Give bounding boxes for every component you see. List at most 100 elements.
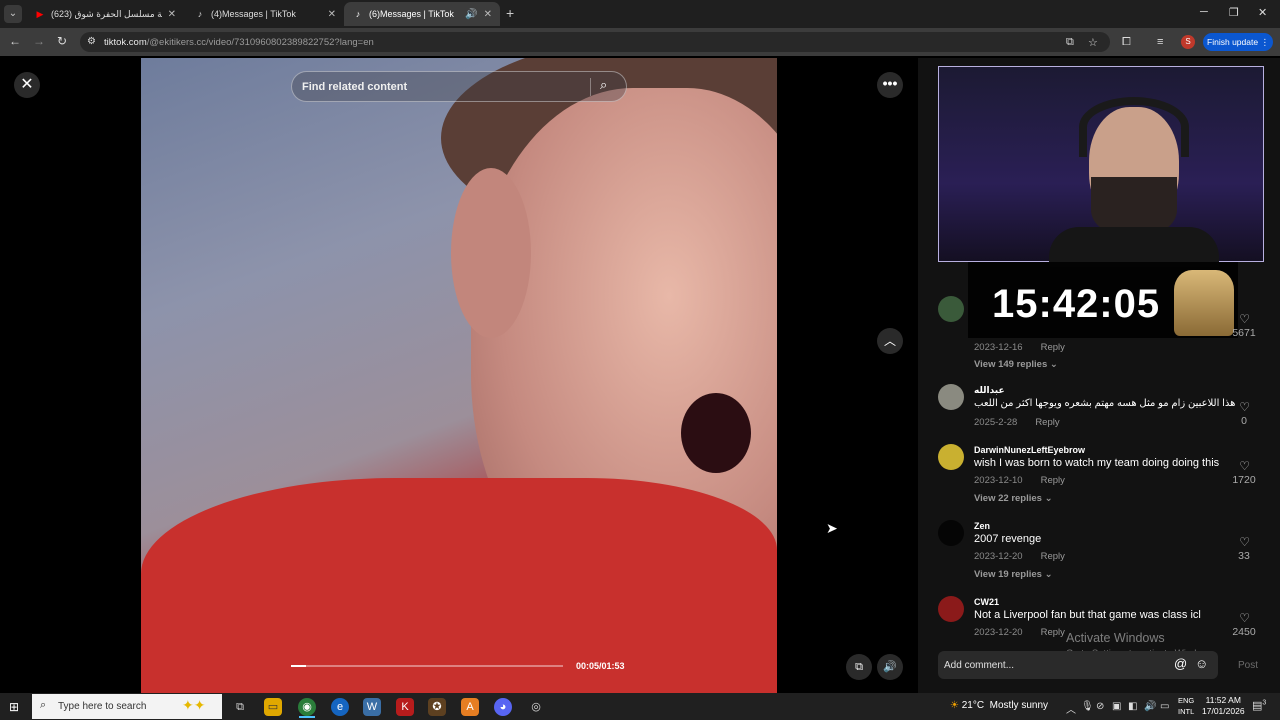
view-replies-button[interactable]: View 22 replies ⌄ (974, 493, 1053, 504)
close-tab-icon[interactable]: ✕ (484, 9, 492, 20)
comment-author[interactable]: Zen (974, 521, 990, 531)
webcam-shape (1049, 227, 1219, 267)
edge-icon[interactable]: e (331, 698, 349, 716)
word-icon[interactable]: W (363, 698, 381, 716)
comment-input[interactable] (944, 657, 1164, 673)
reply-button[interactable]: Reply (1041, 475, 1065, 486)
app-icon[interactable]: ✪ (428, 698, 446, 716)
heart-icon[interactable]: ♡ (1239, 312, 1250, 326)
minimize-icon[interactable]: ─ (1200, 6, 1208, 18)
app-tray-icon[interactable]: ◧ (1128, 701, 1137, 712)
taskbar-clock[interactable]: 11:52 AM 17/01/2026 (1202, 695, 1245, 717)
back-icon[interactable]: ← (9, 34, 21, 48)
taskbar-search[interactable]: ⌕ Type here to search ✦✦ (32, 694, 222, 719)
comment-item: عبدالله هذا اللاعبين زام مو مثل هسه مهتم… (938, 384, 1268, 434)
avatar[interactable] (938, 444, 964, 470)
windows-start-icon[interactable]: ⊞ (9, 700, 19, 714)
search-icon[interactable]: ⌕ (600, 77, 607, 93)
media-controls-icon[interactable]: ≡ (1157, 36, 1163, 48)
battery-icon[interactable]: ▭ (1160, 701, 1169, 712)
language-indicator[interactable]: ENG INTL (1178, 695, 1194, 717)
reply-button[interactable]: Reply (1041, 342, 1065, 353)
discord-icon[interactable]: ◕ (494, 698, 512, 716)
video-progress-bar[interactable] (291, 665, 563, 667)
site-info-icon[interactable]: ⚙ (87, 36, 96, 47)
mention-icon[interactable]: @ (1174, 656, 1187, 671)
weather-sun-icon: ☀ (950, 700, 959, 711)
emoji-icon[interactable]: ☺ (1195, 656, 1208, 671)
avatar[interactable] (938, 520, 964, 546)
bookmark-star-icon[interactable]: ☆ (1088, 36, 1098, 49)
comment-author[interactable]: DarwinNunezLeftEyebrow (974, 445, 1085, 455)
tab-youtube[interactable]: ▶ (623) اغنية مسلسل الحفرة شوق ✕ (26, 2, 184, 26)
install-app-icon[interactable]: ⧉ (1066, 36, 1074, 49)
camera-off-icon[interactable]: ⊘ (1096, 701, 1104, 712)
app-icon[interactable]: A (461, 698, 479, 716)
comment-meta: 2023-12-20 Reply (974, 551, 1065, 562)
comment-meta: 2023-12-10 Reply (974, 475, 1065, 486)
avatar[interactable] (938, 596, 964, 622)
tiktok-icon: ♪ (197, 9, 203, 19)
like-count: 2450 (1232, 626, 1256, 638)
add-comment-box: @ ☺ (938, 651, 1218, 679)
microphone-icon[interactable]: 🎙 (1081, 701, 1094, 712)
video-frame-shape (681, 393, 751, 473)
reply-button[interactable]: Reply (1041, 627, 1065, 638)
progress-fill (291, 665, 306, 667)
app-icon[interactable]: ◎ (527, 698, 545, 716)
avatar[interactable] (938, 296, 964, 322)
weather-widget[interactable]: ☀ 21°C Mostly sunny (950, 700, 1048, 711)
comment-author[interactable]: عبدالله (974, 385, 1005, 396)
new-tab-button[interactable]: + (506, 5, 514, 21)
restore-icon[interactable]: ❐ (1229, 6, 1239, 19)
view-replies-button[interactable]: View 19 replies ⌄ (974, 569, 1053, 580)
volume-icon[interactable]: 🔊 (1144, 701, 1156, 712)
reload-icon[interactable]: ↻ (57, 34, 67, 48)
comment-meta: 2023-12-16 Reply (974, 342, 1065, 353)
forward-icon[interactable]: → (33, 34, 45, 48)
profile-avatar[interactable]: S (1181, 35, 1195, 49)
app-icon[interactable]: K (396, 698, 414, 716)
like-count: 1720 (1232, 474, 1256, 486)
tab-tiktok-messages-6[interactable]: ♪ (6)Messages | TikTok 🔊 ✕ (344, 2, 500, 26)
reply-button[interactable]: Reply (1041, 551, 1065, 562)
heart-icon[interactable]: ♡ (1239, 611, 1250, 625)
previous-video-button[interactable]: ︿ (877, 328, 903, 354)
like-count: 0 (1241, 415, 1247, 427)
reply-button[interactable]: Reply (1035, 417, 1059, 428)
speaker-icon[interactable]: 🔊 (465, 9, 477, 20)
avatar[interactable] (938, 384, 964, 410)
task-view-icon[interactable]: ⧉ (231, 698, 249, 716)
like-count: 5671 (1232, 327, 1256, 339)
heart-icon[interactable]: ♡ (1239, 459, 1250, 473)
close-window-icon[interactable]: ✕ (1258, 6, 1267, 19)
more-options-icon[interactable]: ••• (877, 72, 903, 98)
chevron-up-icon[interactable]: ︿ (1066, 701, 1076, 716)
file-explorer-icon[interactable]: ▭ (264, 698, 282, 716)
close-tab-icon[interactable]: ✕ (168, 9, 176, 20)
finish-update-button[interactable]: Finish update ⋮ (1203, 33, 1273, 51)
tab-tiktok-messages-4[interactable]: ♪ (4)Messages | TikTok ✕ (186, 2, 344, 26)
view-replies-button[interactable]: View 149 replies ⌄ (974, 359, 1058, 370)
comment-item: Zen 2007 revenge 2023-12-20 Reply ♡ 33 Vi… (938, 520, 1268, 586)
search-divider (590, 78, 591, 96)
comment-author[interactable]: CW21 (974, 597, 999, 607)
post-button[interactable]: Post (1238, 660, 1258, 671)
notification-icon[interactable]: ▤3 (1252, 699, 1266, 712)
extensions-icon[interactable]: ⧠ (1122, 36, 1131, 49)
search-highlight-icon: ✦✦ (182, 697, 206, 713)
comment-item: DarwinNunezLeftEyebrow wish I was born t… (938, 444, 1268, 510)
picture-in-picture-icon[interactable]: ⧉ (846, 654, 872, 680)
search-input[interactable] (302, 78, 572, 96)
url-text[interactable]: tiktok.com/@ekitikers.cc/video/731096080… (104, 37, 374, 48)
comment-text: 2007 revenge (974, 533, 1042, 545)
close-video-button[interactable]: ✕ (14, 72, 40, 98)
volume-icon[interactable]: 🔊 (877, 654, 903, 680)
video-player[interactable] (141, 58, 777, 693)
tab-search-button[interactable]: ⌄ (4, 5, 22, 23)
close-tab-icon[interactable]: ✕ (328, 9, 336, 20)
network-icon[interactable]: ▣ (1112, 701, 1121, 712)
heart-icon[interactable]: ♡ (1239, 535, 1250, 549)
chrome-icon[interactable]: ◉ (298, 698, 316, 716)
heart-icon[interactable]: ♡ (1239, 400, 1250, 414)
